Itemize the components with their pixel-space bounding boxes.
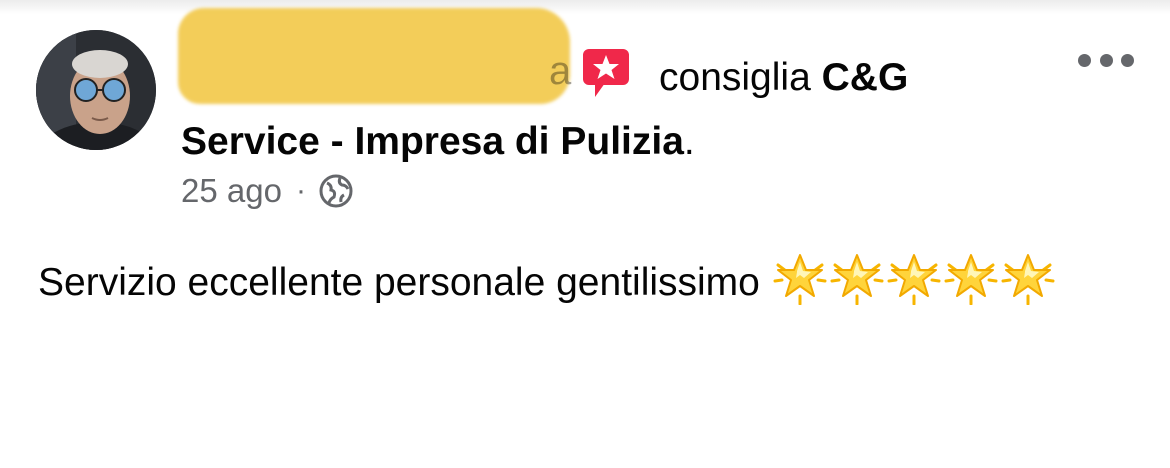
glowing-star-icon: [773, 254, 827, 305]
top-divider: [0, 0, 1170, 14]
glowing-star-icon: [830, 254, 884, 305]
recommend-star-icon: [583, 49, 629, 97]
review-body: Servizio eccellente personale gentilissi…: [38, 248, 1118, 318]
glowing-star-icon: [1001, 254, 1055, 305]
more-dot-icon: [1078, 53, 1091, 67]
more-options-button[interactable]: [1078, 48, 1134, 72]
review-post: a consiglia C&G Service - Impresa di Pul…: [0, 0, 1170, 468]
page-link-part2[interactable]: Service - Impresa di Pulizia: [181, 120, 684, 163]
separator: ·: [295, 174, 306, 207]
page-link-part1[interactable]: C&G: [822, 56, 909, 99]
review-text: Servizio eccellente personale gentilissi…: [38, 261, 760, 304]
redacted-author-name: [178, 8, 570, 104]
author-name-suffix[interactable]: a: [549, 49, 571, 94]
glowing-star-icon: [944, 254, 998, 305]
post-meta: 25 ago ·: [181, 170, 354, 212]
timestamp-link[interactable]: 25 ago: [181, 172, 282, 210]
action-text: consiglia: [659, 56, 811, 99]
stars-group: [770, 254, 1055, 305]
more-dot-icon: [1121, 53, 1134, 67]
glowing-star-icon: [887, 254, 941, 305]
globe-icon[interactable]: [318, 173, 354, 209]
more-dot-icon: [1099, 53, 1113, 67]
avatar[interactable]: [36, 30, 156, 150]
trailing-punctuation: .: [683, 120, 695, 163]
